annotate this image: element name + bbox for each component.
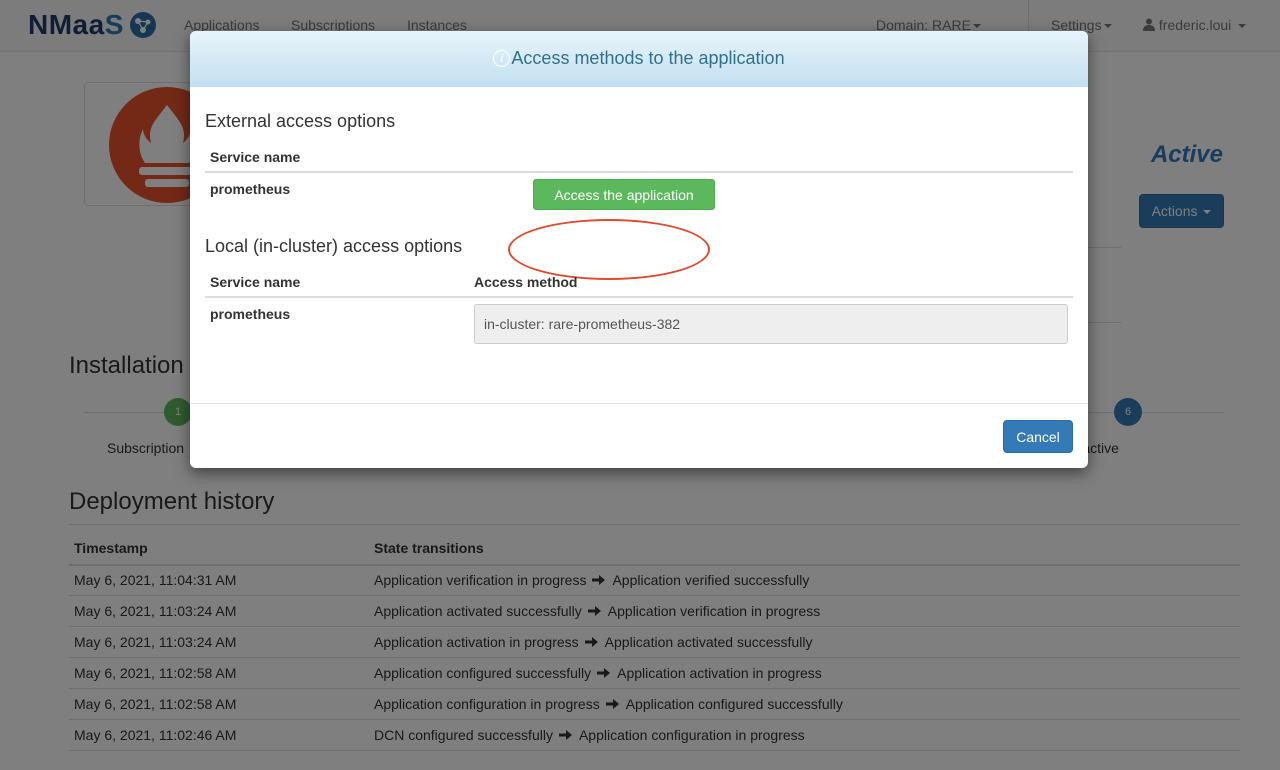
cancel-button[interactable]: Cancel [1003,420,1073,453]
external-access-title: External access options [205,111,396,131]
access-method-field[interactable] [474,304,1068,344]
access-methods-modal: i Access methods to the application Exte… [190,31,1088,468]
access-method-cell [469,297,1073,352]
service-name-cell: prometheus [210,306,291,322]
service-name-header: Service name [205,142,495,173]
access-cell: Access the application [495,172,1073,218]
modal-title: Access methods to the application [511,48,785,68]
external-method-header [495,142,1073,173]
access-application-button[interactable]: Access the application [533,179,715,210]
external-access-table: Service name prometheus Access the appli… [205,142,1073,218]
local-access-title: Local (in-cluster) access options [205,236,463,256]
modal-footer: Cancel [190,403,1088,468]
table-row: prometheus Access the application [205,172,1073,218]
modal-header: i Access methods to the application [190,31,1088,87]
table-row: prometheus [205,297,1073,352]
access-method-header: Access method [469,267,1073,298]
modal-body: External access options Service name pro… [190,87,1088,403]
local-access-table: Service name Access method prometheus [205,267,1073,352]
service-name-header: Service name [205,267,469,298]
service-name-cell: prometheus [210,181,291,197]
info-icon: i [493,50,511,67]
